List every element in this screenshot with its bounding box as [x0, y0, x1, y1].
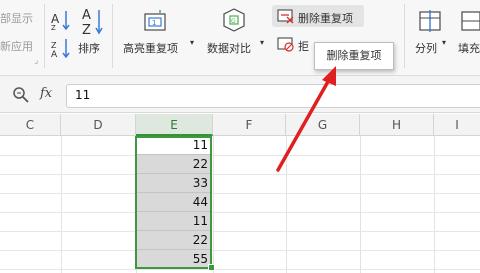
- sort-asc-icon[interactable]: A Z: [50, 8, 72, 30]
- svg-text:A: A: [51, 50, 58, 58]
- ribbon-toolbar: 部显示 新应用 ⌟ A Z Z A A Z 排序 1 高亮重复项 ▾ G 数据对…: [0, 0, 480, 76]
- red-arrow-annotation: [276, 66, 336, 172]
- svg-text:Z: Z: [51, 41, 57, 50]
- group-launcher-icon[interactable]: ⌟: [34, 56, 38, 66]
- reject-duplicates-icon[interactable]: [277, 36, 295, 52]
- column-header-h[interactable]: H: [360, 114, 434, 136]
- grid-line: [360, 136, 361, 273]
- grid-line: [434, 136, 435, 273]
- svg-text:A: A: [82, 8, 91, 23]
- sort-button[interactable]: 排序: [78, 40, 100, 56]
- data-compare-icon[interactable]: G: [220, 6, 248, 34]
- fill-button[interactable]: 填充: [458, 40, 480, 56]
- highlight-duplicates-icon[interactable]: 1: [142, 8, 168, 34]
- split-columns-button[interactable]: 分列: [415, 40, 437, 56]
- formula-value: 11: [75, 88, 91, 102]
- column-header-c[interactable]: C: [0, 114, 61, 136]
- show-all-label[interactable]: 部显示: [0, 10, 33, 26]
- svg-text:Z: Z: [51, 24, 56, 30]
- sort-desc-icon[interactable]: Z A: [50, 36, 72, 58]
- reapply-label[interactable]: 新应用: [0, 38, 33, 54]
- grid-line: [0, 269, 480, 270]
- sort-icon[interactable]: A Z: [80, 6, 104, 36]
- grid-line: [0, 231, 480, 232]
- fill-handle[interactable]: [208, 264, 215, 271]
- fx-label[interactable]: fx: [40, 86, 52, 101]
- grid-line: [0, 155, 480, 156]
- grid-line: [0, 212, 480, 213]
- grid-line: [0, 250, 480, 251]
- column-header-e[interactable]: E: [136, 114, 213, 136]
- highlight-dropdown-icon[interactable]: ▾: [190, 38, 194, 47]
- zoom-search-icon[interactable]: [12, 86, 30, 104]
- split-dropdown-icon[interactable]: ▾: [442, 38, 446, 47]
- compare-dropdown-icon[interactable]: ▾: [260, 38, 264, 47]
- remove-duplicates-icon[interactable]: [277, 8, 295, 24]
- data-compare-button[interactable]: 数据对比: [207, 40, 251, 56]
- grid-line: [0, 193, 480, 194]
- split-columns-icon[interactable]: [417, 8, 443, 34]
- highlight-duplicates-button[interactable]: 高亮重复项: [123, 40, 178, 56]
- svg-text:G: G: [231, 18, 236, 25]
- svg-text:1: 1: [152, 19, 156, 27]
- svg-text:Z: Z: [82, 23, 91, 36]
- grid-line: [213, 136, 214, 273]
- column-header-d[interactable]: D: [61, 114, 136, 136]
- selection-range: [135, 136, 212, 269]
- column-header-i[interactable]: I: [434, 114, 480, 136]
- grid-line: [61, 136, 62, 273]
- reject-duplicates-button[interactable]: 拒: [298, 38, 309, 54]
- remove-duplicates-button[interactable]: 删除重复项: [298, 10, 353, 26]
- fill-icon[interactable]: [460, 8, 480, 34]
- grid-line: [0, 174, 480, 175]
